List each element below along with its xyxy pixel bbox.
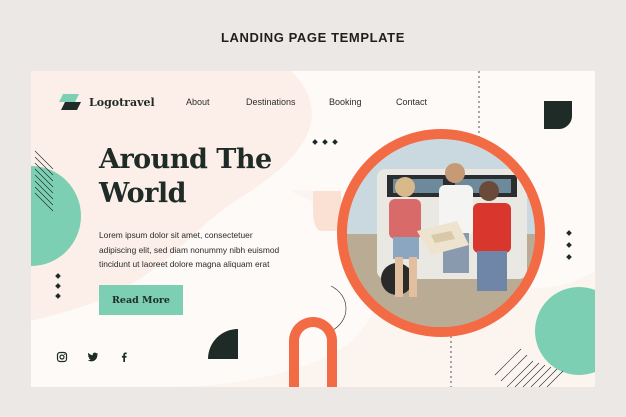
travelers-illustration (347, 139, 535, 327)
nav-destinations[interactable]: Destinations (246, 97, 296, 107)
nav-booking[interactable]: Booking (329, 97, 362, 107)
leaf-logo-icon (59, 94, 81, 110)
hero-title: Around The World (99, 143, 319, 211)
nav-about[interactable]: About (186, 97, 210, 107)
twitter-icon[interactable] (87, 351, 99, 363)
landing-page-card: Logotravel About Destinations Booking Co… (31, 71, 595, 387)
hero-description-line2: adipiscing elit, sed diam nonummy nibh e… (99, 244, 280, 255)
hero-description: Lorem ipsum dolor sit amet, consectetuer… (99, 228, 299, 272)
hero-description-line3: tincidunt ut laoreet dolore magna aliqua… (99, 259, 270, 269)
brand-logo[interactable]: Logotravel (59, 93, 155, 111)
nav-contact[interactable]: Contact (396, 97, 427, 107)
hero-photo (347, 139, 535, 327)
instagram-icon[interactable] (56, 351, 68, 363)
facebook-icon[interactable] (118, 351, 130, 363)
hero-title-line2: World (99, 178, 187, 209)
page-caption: LANDING PAGE TEMPLATE (220, 30, 405, 45)
hero-title-line1: Around The (99, 144, 272, 175)
brand-name: Logotravel (89, 95, 155, 109)
hero-description-line1: Lorem ipsum dolor sit amet, consectetuer (99, 230, 253, 240)
social-links (56, 351, 136, 365)
read-more-button[interactable]: Read More (99, 285, 183, 315)
